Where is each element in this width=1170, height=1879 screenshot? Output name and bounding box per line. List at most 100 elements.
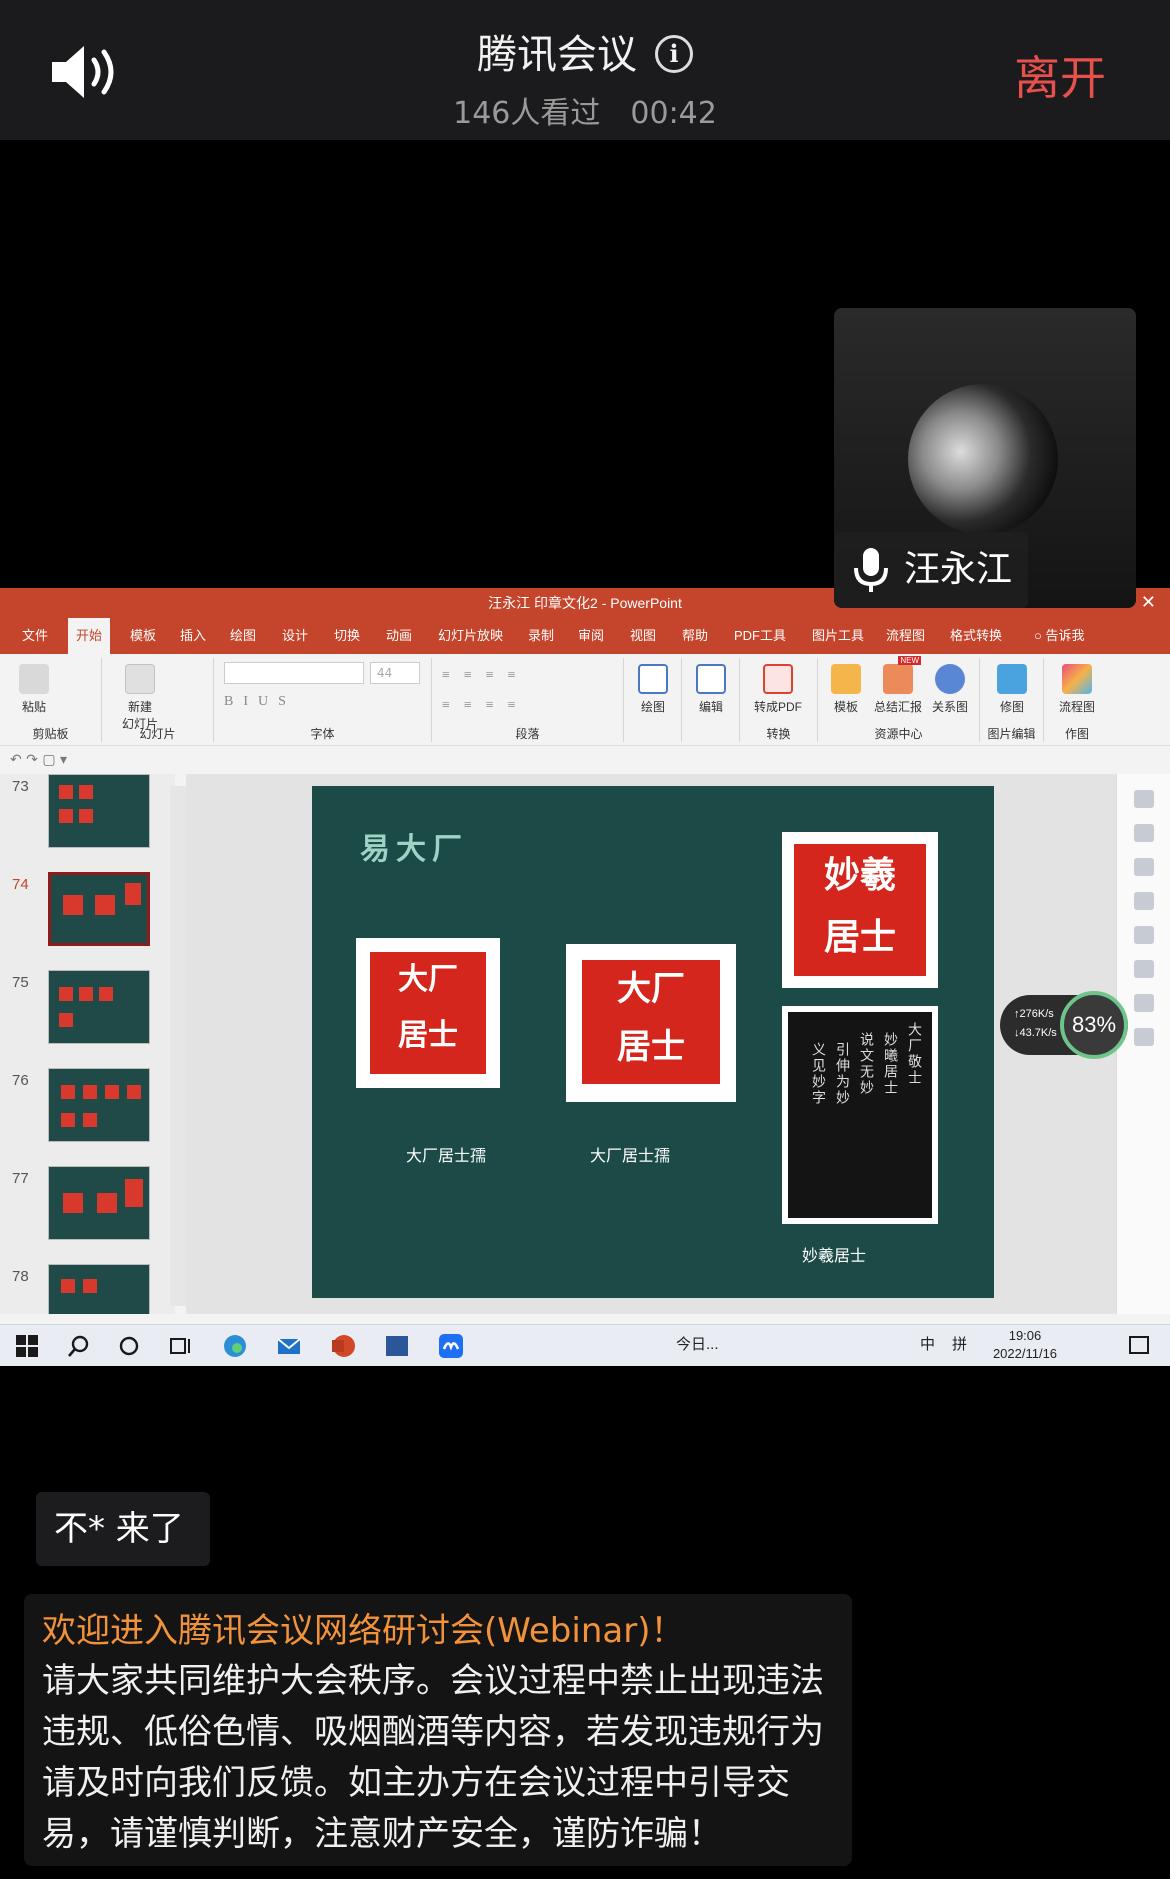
panel-tool-icon[interactable] [1133, 926, 1154, 944]
cortana-icon[interactable] [116, 1333, 142, 1359]
upload-rate-value: 276K/s [1019, 1008, 1054, 1020]
summary-button[interactable]: NEW 总结汇报 [870, 656, 926, 715]
paste-label: 粘贴 [21, 700, 46, 714]
thumbnail-74[interactable]: 74 [0, 872, 175, 970]
thumbnail-73[interactable]: 73 [0, 774, 175, 872]
quick-access-toolbar[interactable]: ↶ ↷ ▢ ▾ [0, 746, 1170, 774]
panel-tool-icon[interactable] [1133, 960, 1154, 978]
tab-format-convert[interactable]: 格式转换 [942, 618, 1010, 654]
group-label-paragraph: 段落 [515, 727, 540, 741]
tab-file[interactable]: 文件 [14, 618, 56, 654]
news-widget[interactable]: 今日... [676, 1333, 719, 1354]
tab-templates[interactable]: 模板 [122, 618, 164, 654]
task-view-icon[interactable] [168, 1333, 194, 1359]
leave-button[interactable]: 离开 [1014, 42, 1106, 108]
new-slide-button[interactable]: 新建 幻灯片 [110, 664, 170, 732]
group-clipboard: 粘贴 剪贴板 [0, 658, 102, 742]
panel-tool-icon[interactable] [1133, 994, 1154, 1012]
thumbnail-76[interactable]: 76 [0, 1068, 175, 1166]
network-rates: ↑276K/s ↓43.7K/s [1014, 1005, 1057, 1043]
seal-stamp: 大厂 居士 [582, 960, 720, 1084]
tab-design[interactable]: 设计 [274, 618, 316, 654]
tab-slideshow[interactable]: 幻灯片放映 [430, 618, 511, 654]
slide-editor: 易大厂 大厂 居士 大厂 居士 妙羲 居士 大厂敬士 妙曦居士 说文无妙 引伸为妙 义… [186, 774, 1116, 1314]
word-app-icon[interactable] [384, 1333, 410, 1359]
network-speed-widget[interactable]: ↑276K/s ↓43.7K/s 83% [1000, 991, 1128, 1059]
mail-icon[interactable] [276, 1333, 302, 1359]
thumbnail-78[interactable]: 78 [0, 1264, 175, 1314]
relation-button[interactable]: 关系图 [922, 664, 978, 715]
summary-label: 总结汇报 [873, 700, 922, 714]
system-clock[interactable]: 19:06 2022/11/16 [980, 1327, 1070, 1363]
tab-animations[interactable]: 动画 [378, 618, 420, 654]
seal-caption-2: 大厂居士孺 [590, 1146, 671, 1165]
flowchart-button[interactable]: 流程图 [1049, 664, 1105, 715]
tab-help[interactable]: 帮助 [674, 618, 716, 654]
ime-mode[interactable]: 拼 [952, 1333, 967, 1354]
ime-language[interactable]: 中 [920, 1333, 935, 1354]
draw-button[interactable]: 绘图 [625, 664, 681, 715]
thumbnail-image-selected [48, 872, 150, 946]
tab-flowchart[interactable]: 流程图 [878, 618, 933, 654]
close-icon[interactable]: ✕ [1141, 588, 1156, 618]
slide-heading: 易大厂 [360, 832, 468, 867]
notification-icon[interactable] [1126, 1333, 1152, 1359]
tab-pdf-tools[interactable]: PDF工具 [726, 618, 794, 654]
thumbnail-number: 73 [12, 778, 29, 795]
edit-button[interactable]: 编辑 [683, 664, 739, 715]
thumbnail-75[interactable]: 75 [0, 970, 175, 1068]
rubbing-inscription: 说文无妙 [858, 1032, 874, 1096]
font-name-input[interactable] [224, 662, 364, 684]
panel-tool-icon[interactable] [1133, 1028, 1154, 1046]
paragraph-list-icons[interactable]: ≡≡≡≡ [442, 668, 530, 684]
thumbnail-number: 77 [12, 1170, 29, 1187]
panel-tool-icon[interactable] [1133, 824, 1154, 842]
seal-image-3: 妙羲 居士 [782, 832, 938, 988]
retouch-button[interactable]: 修图 [984, 664, 1040, 715]
tab-view[interactable]: 视图 [622, 618, 664, 654]
panel-tool-icon[interactable] [1133, 790, 1154, 808]
info-icon[interactable]: i [655, 35, 693, 73]
group-label-slides: 幻灯片 [139, 727, 176, 741]
to-pdf-button[interactable]: 转成PDF [750, 664, 806, 715]
draw-label: 绘图 [640, 700, 665, 714]
thumbnail-number: 78 [12, 1268, 29, 1285]
powerpoint-app-icon[interactable] [330, 1333, 356, 1359]
seal-rubbing-image: 大厂敬士 妙曦居士 说文无妙 引伸为妙 义见妙字 [782, 1006, 938, 1224]
search-icon [696, 664, 726, 694]
thumbnail-77[interactable]: 77 [0, 1166, 175, 1264]
template-button[interactable]: 模板 [818, 664, 874, 715]
current-slide: 易大厂 大厂 居士 大厂 居士 妙羲 居士 大厂敬士 妙曦居士 说文无妙 引伸为妙 义… [312, 786, 994, 1298]
group-drawing: 流程图 作图 [1044, 658, 1110, 742]
participant-video-tile[interactable]: 汪永江 [834, 308, 1136, 608]
font-format-icons[interactable]: BIUS [224, 694, 296, 710]
new-badge: NEW [898, 656, 921, 665]
tab-picture-tools[interactable]: 图片工具 [804, 618, 872, 654]
edge-browser-icon[interactable] [222, 1333, 248, 1359]
participant-name: 汪永江 [904, 549, 1013, 590]
windows-start-icon[interactable] [14, 1333, 40, 1359]
new-slide-icon [125, 664, 155, 694]
tab-insert[interactable]: 插入 [172, 618, 214, 654]
group-resource-center: 模板 NEW 总结汇报 关系图 资源中心 [818, 656, 980, 742]
rubbing-inscription: 引伸为妙 [834, 1042, 850, 1106]
panel-tool-icon[interactable] [1133, 858, 1154, 876]
tencent-meeting-icon[interactable] [438, 1333, 464, 1359]
search-icon[interactable] [66, 1333, 92, 1359]
thumbnail-scrollbar[interactable] [170, 786, 186, 1306]
notice-title: 欢迎进入腾讯会议网络研讨会(Webinar)！ [42, 1611, 685, 1651]
panel-tool-icon[interactable] [1133, 892, 1154, 910]
tab-tell-me[interactable]: ○ 告诉我 [1026, 618, 1092, 654]
tab-draw[interactable]: 绘图 [222, 618, 264, 654]
rubbing-inscription: 大厂敬士 [906, 1022, 922, 1086]
lightbulb-icon: ○ [1034, 628, 1046, 643]
group-label-image-edit: 图片编辑 [987, 727, 1036, 741]
image-icon [997, 664, 1027, 694]
tab-record[interactable]: 录制 [520, 618, 562, 654]
tab-home[interactable]: 开始 [68, 618, 111, 654]
paste-button[interactable]: 粘贴 [6, 664, 62, 715]
paragraph-align-icons[interactable]: ≡≡≡≡ [442, 698, 530, 714]
font-size-input[interactable]: 44 [370, 662, 420, 684]
tab-review[interactable]: 审阅 [570, 618, 612, 654]
tab-transitions[interactable]: 切换 [326, 618, 368, 654]
